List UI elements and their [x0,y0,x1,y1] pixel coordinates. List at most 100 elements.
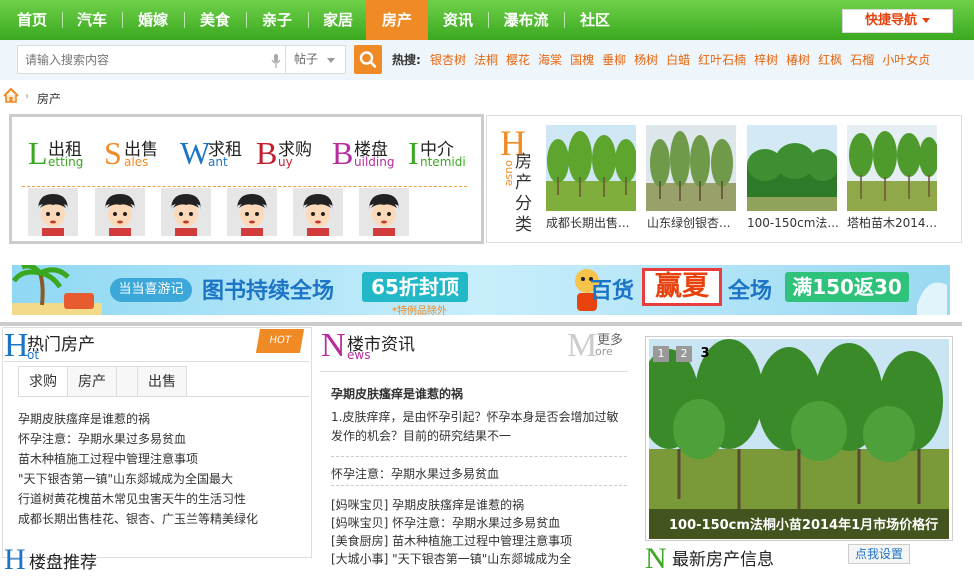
category-subtitle: uy [278,155,293,169]
hot-link[interactable]: 成都长期出售桂花、银杏、广玉兰等精美绿化 [18,510,258,527]
nav-separator [488,12,489,28]
hotword-link[interactable]: 国槐 [570,53,594,67]
hotword-link[interactable]: 白蜡 [666,53,690,67]
tab-sell[interactable]: 出售 [137,366,187,397]
slide-indicator[interactable]: 1 [653,346,669,362]
news-list-item[interactable]: [美食厨房] 苗木种植施工过程中管理注意事项 [331,532,572,549]
news-link[interactable]: 怀孕注意：孕期水果过多易贫血 [331,465,499,482]
news-headline[interactable]: 孕期皮肤瘙痒是谁惹的祸 [331,385,463,402]
latest-initial: N [645,542,667,575]
palm-tree-icon [12,265,102,315]
news-list-item[interactable]: [妈咪宝贝] 孕期皮肤瘙痒是谁惹的祸 [331,496,524,513]
hotword-link[interactable]: 法桐 [474,53,498,67]
brand-title: 楼盘推荐 [29,553,97,573]
user-avatar[interactable] [28,188,78,236]
banner-highlight: 赢夏 [642,268,722,306]
banner-offer: 满150返30 [785,272,909,302]
user-avatar[interactable] [227,188,277,236]
category-divider [22,186,467,187]
listing-thumbnail[interactable] [646,125,736,211]
hotword-link[interactable]: 海棠 [538,53,562,67]
category-want[interactable]: W 求租 ant [180,135,250,175]
hotword-link[interactable]: 银杏树 [430,53,466,67]
hotword-link[interactable]: 椿树 [786,53,810,67]
tab-buy[interactable]: 求购 [18,366,68,397]
hotword-link[interactable]: 樱花 [506,53,530,67]
hotword-link[interactable]: 杨树 [634,53,658,67]
nav-realestate[interactable]: 房产 [366,0,428,40]
hot-link[interactable]: 行道树黄花槐苗木常见虫害天牛的生活习性 [18,490,246,507]
category-initial: I [408,135,419,171]
nav-parenting[interactable]: 亲子 [248,0,306,40]
search-input[interactable] [17,45,286,74]
user-avatar[interactable] [293,188,343,236]
hot-badge: HOT [255,329,305,353]
share-title: 房产分类 [515,152,532,235]
news-divider [331,485,627,486]
listing-caption[interactable]: 塔柏苗木2014... [847,214,943,231]
tab-empty[interactable] [116,366,138,397]
listing-thumbnail[interactable] [847,125,939,211]
listing-thumbnail[interactable] [546,125,637,211]
category-initial: W [180,135,211,171]
microphone-icon[interactable] [271,54,281,68]
nav-home[interactable]: 首页 [4,0,60,40]
nav-separator [246,12,247,28]
nav-waterfall[interactable]: 瀑布流 [490,0,562,40]
category-intemidi[interactable]: I 中介 ntemidi [408,135,473,175]
news-subtitle: ews [347,348,371,362]
news-list-item[interactable]: [大城小事] "天下银杏第一镇"山东郯城成为全 [331,550,571,567]
hotword-link[interactable]: 石榴 [850,53,874,67]
hotword-link[interactable]: 梓树 [754,53,778,67]
user-avatar[interactable] [95,188,145,236]
more-subtitle: ore [595,345,613,358]
search-icon [359,51,377,68]
hot-link[interactable]: 孕期皮肤瘙痒是谁惹的祸 [18,410,150,427]
hotword-link[interactable]: 红枫 [818,53,842,67]
category-subtitle: uilding [354,155,395,169]
news-divider [331,456,627,457]
listing-thumbnail[interactable] [747,125,839,211]
news-summary: 1.皮肤痒痒，是由怀孕引起？怀孕本身是否会增加过敏发作的机会？目前的研究结果不一 [331,410,619,443]
home-icon[interactable] [3,88,19,103]
hotword-link[interactable]: 垂柳 [602,53,626,67]
hotword-link[interactable]: 红叶石楠 [698,53,746,67]
nav-community[interactable]: 社区 [566,0,624,40]
slide-indicator-active[interactable]: 3 [697,346,713,362]
listing-caption[interactable]: 100-150cm法... [747,214,843,231]
hot-link[interactable]: 怀孕注意：孕期水果过多易贫血 [18,430,186,447]
listing-caption[interactable]: 成都长期出售... [546,214,642,231]
nav-wedding[interactable]: 婚嫁 [124,0,182,40]
category-subtitle: ant [208,155,228,169]
search-button[interactable] [354,45,382,74]
quick-nav-button[interactable]: 快捷导航 [842,9,953,33]
category-letting[interactable]: L 出租 etting [28,135,98,175]
category-initial: S [104,135,122,171]
settings-button[interactable]: 点我设置 [848,544,910,564]
listing-caption[interactable]: 山东绿创银杏... [647,214,743,231]
slide-indicator[interactable]: 2 [676,346,692,362]
hotword-link[interactable]: 小叶女贞 [882,53,930,67]
search-type-select[interactable]: 帖子 [286,45,346,74]
user-avatar[interactable] [359,188,409,236]
nav-car[interactable]: 汽车 [64,0,120,40]
tab-property[interactable]: 房产 [67,366,117,397]
category-building[interactable]: B 楼盘 uilding [332,135,402,175]
user-avatar[interactable] [161,188,211,236]
banner-note: *特例品除外 [392,306,447,317]
nav-news[interactable]: 资讯 [430,0,486,40]
news-list-item[interactable]: [妈咪宝贝] 怀孕注意：孕期水果过多易贫血 [331,514,560,531]
nav-food[interactable]: 美食 [186,0,244,40]
hot-link[interactable]: "天下银杏第一镇"山东郯城成为全国最大 [18,470,233,487]
breadcrumb-separator: › [25,91,29,102]
category-buy[interactable]: B 求购 uy [256,135,326,175]
nav-home-decor[interactable]: 家居 [310,0,366,40]
slideshow-image[interactable] [649,339,949,539]
nav-separator [308,12,309,28]
tab-divider [18,396,309,397]
slideshow-caption[interactable]: 100-150cm法桐小苗2014年1月市场价格行 [669,514,938,533]
category-sales[interactable]: S 出售 ales [104,135,174,175]
more-initial[interactable]: M [567,329,597,363]
category-subtitle: ales [124,155,149,169]
hot-link[interactable]: 苗木种植施工过程中管理注意事项 [18,450,198,467]
